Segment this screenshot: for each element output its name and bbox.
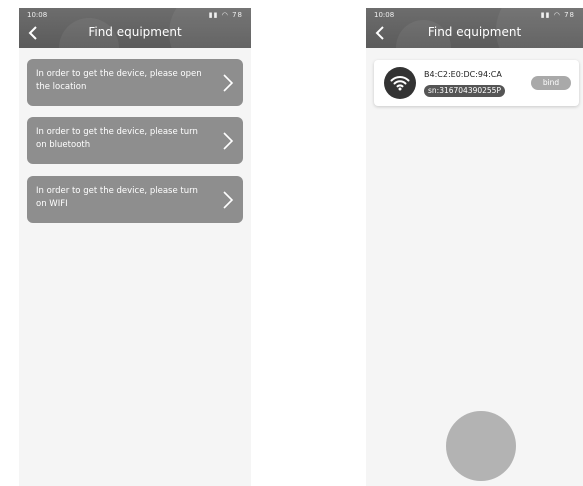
app-header: 10:08 ▮▮ ◠ 78 Find equipment [19,8,251,48]
status-bar: 10:08 ▮▮ ◠ 78 [366,8,583,22]
left-screen: 10:08 ▮▮ ◠ 78 Find equipment In order to… [19,8,251,486]
turn-on-bluetooth-prompt[interactable]: In order to get the device, please turn … [27,117,243,164]
app-header: 10:08 ▮▮ ◠ 78 Find equipment [366,8,583,48]
prompt-text: In order to get the device, please turn … [36,186,198,209]
status-bar: 10:08 ▮▮ ◠ 78 [19,8,251,22]
turn-on-wifi-prompt[interactable]: In order to get the device, please turn … [27,176,243,223]
battery-icon: 78 [564,11,575,19]
wifi-icon [384,67,416,99]
chevron-right-icon [223,191,234,209]
page-title: Find equipment [88,25,182,39]
status-time: 10:08 [374,11,395,19]
device-list-item[interactable]: B4:C2:E0:DC:94:CA sn:316704390255P bind [374,60,579,106]
device-serial-number: sn:316704390255P [424,85,505,97]
device-mac-address: B4:C2:E0:DC:94:CA [424,70,502,79]
page-title: Find equipment [427,25,522,39]
battery-icon: 78 [232,11,243,19]
open-location-prompt[interactable]: In order to get the device, please open … [27,59,243,106]
prompt-text: In order to get the device, please open … [36,69,202,92]
chevron-right-icon [223,74,234,92]
chevron-right-icon [223,132,234,150]
right-screen: 10:08 ▮▮ ◠ 78 Find equipment B4:C2:E0:DC… [366,8,583,486]
status-icons: ▮▮ ◠ 78 [541,8,575,22]
signal-icon: ▮▮ [208,11,219,19]
prompt-text: In order to get the device, please turn … [36,127,198,150]
bind-button[interactable]: bind [531,76,571,90]
scan-button[interactable] [446,411,516,481]
wifi-status-icon: ◠ [553,11,561,19]
signal-icon: ▮▮ [540,11,551,19]
wifi-status-icon: ◠ [221,11,229,19]
status-icons: ▮▮ ◠ 78 [209,8,243,22]
status-time: 10:08 [27,11,48,19]
